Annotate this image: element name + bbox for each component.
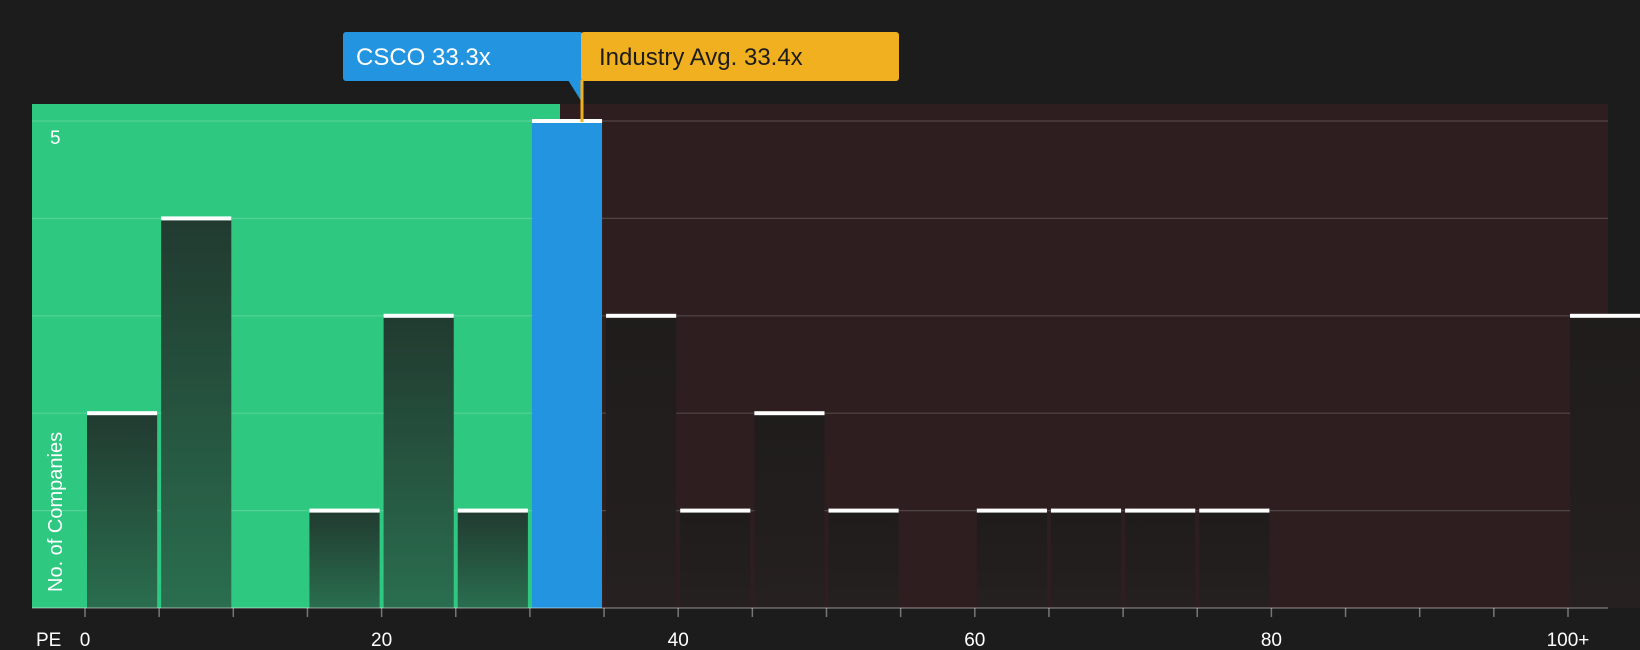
bar-cap [87,411,158,416]
bar [309,510,380,608]
bar-cap [828,508,899,513]
bar-cap [1050,508,1122,513]
x-tick-label: 60 [964,630,985,650]
bar-cap [680,508,751,513]
bar [1125,510,1196,608]
bar-cap [383,313,454,318]
x-tick-label: 20 [371,630,392,650]
bar-cap [976,508,1047,513]
bar-cap [606,313,677,318]
bar-cap [1570,313,1640,318]
bar-cap [161,216,232,221]
bar-cap [309,508,380,513]
bar [606,315,677,608]
bar [1199,510,1270,608]
chart-canvas: 0 20 40 60 80 100+ PE 5 No. of Companies CSCO … [32,32,1640,650]
x-tick-label: 100+ [1547,630,1590,650]
x-axis: 0 20 40 60 80 100+ PE [32,607,1608,650]
bar-cap [531,119,603,123]
bar [1570,315,1640,608]
x-axis-title: PE [36,630,61,650]
bar-cap [754,411,825,416]
bar [1050,510,1122,608]
bar [457,510,528,608]
x-tick-label: 80 [1261,630,1282,650]
bar [531,121,603,608]
bar-cap [1125,508,1196,513]
bar [383,315,454,608]
bar [161,218,232,608]
bar [828,510,899,608]
bar-cap [1199,508,1270,513]
x-tick-label: 40 [668,630,689,650]
y-tick-label: 5 [50,128,61,149]
bar [680,510,751,608]
company-label-text: CSCO 33.3x [356,44,491,71]
industry-avg-line [580,80,584,122]
y-axis-title: No. of Companies [45,432,67,592]
bar [754,413,825,608]
bar [976,510,1047,608]
x-tick-label: 0 [80,630,91,650]
bar [87,413,158,608]
bar-cap [457,508,528,513]
pe-distribution-chart: 0 20 40 60 80 100+ PE 5 No. of Companies CSCO … [0,0,1640,650]
industry-label-text: Industry Avg. 33.4x [599,44,803,71]
